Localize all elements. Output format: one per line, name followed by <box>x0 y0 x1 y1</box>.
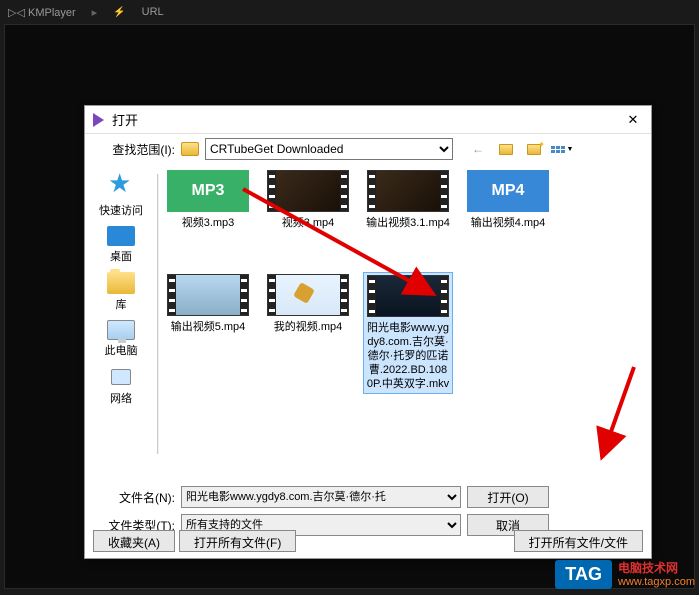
filename-label: 文件名(N): <box>93 489 175 506</box>
library-folder-icon <box>107 272 135 294</box>
chevron-down-icon: ▼ <box>567 146 574 153</box>
open-file-dialog: 打开 ✕ 查找范围(I): CRTubeGet Downloaded ← ✦ ▼… <box>84 105 652 559</box>
monitor-icon <box>107 320 135 340</box>
desktop-icon <box>107 226 135 246</box>
nav-back-button[interactable]: ← <box>467 139 489 159</box>
lookup-row: 查找范围(I): CRTubeGet Downloaded ← ✦ ▼ <box>85 134 651 164</box>
sidebar-library[interactable]: 库 <box>91 270 151 314</box>
file-name: 输出视频5.mp4 <box>171 320 246 334</box>
file-item-selected[interactable]: 阳光电影www.ygdy8.com.吉尔莫·德尔·托罗的匹诺曹.2022.BD.… <box>363 272 453 394</box>
network-icon <box>107 366 135 388</box>
file-list[interactable]: MP3 视频3.mp3 视频3.mp4 输出视频3.1.mp4 MP4 <box>159 164 651 478</box>
lookup-select[interactable]: CRTubeGet Downloaded <box>205 138 453 160</box>
open-all-files-button[interactable]: 打开所有文件(F) <box>179 530 296 552</box>
file-name: 视频3.mp3 <box>182 216 235 230</box>
file-name: 我的视频.mp4 <box>274 320 342 334</box>
video-thumbnail-icon <box>367 275 449 317</box>
file-name: 视频3.mp4 <box>282 216 335 230</box>
folder-icon <box>181 142 199 156</box>
file-item[interactable]: MP3 视频3.mp3 <box>163 168 253 232</box>
lookup-label: 查找范围(I): <box>93 141 175 158</box>
sidebar-this-pc[interactable]: 此电脑 <box>91 318 151 360</box>
file-item[interactable]: 输出视频3.1.mp4 <box>363 168 453 232</box>
app-name: ▷◁ KMPlayer <box>8 6 76 19</box>
url-menu[interactable]: URL <box>142 6 164 18</box>
sidebar-desktop[interactable]: 桌面 <box>91 224 151 266</box>
video-thumbnail-icon <box>367 170 449 212</box>
video-thumbnail-icon <box>267 274 349 316</box>
open-button[interactable]: 打开(O) <box>467 486 549 508</box>
file-name: 输出视频4.mp4 <box>471 216 546 230</box>
file-item[interactable]: 我的视频.mp4 <box>263 272 353 394</box>
sidebar-network[interactable]: 网络 <box>91 364 151 408</box>
watermark-line1: 电脑技术网 <box>618 561 695 575</box>
dialog-title: 打开 <box>112 110 623 129</box>
watermark: TAG 电脑技术网 www.tagxp.com <box>555 560 695 589</box>
mp4-badge-icon: MP4 <box>467 170 549 212</box>
watermark-line2: www.tagxp.com <box>618 575 695 589</box>
lightning-icon[interactable]: ⚡ <box>113 7 125 18</box>
open-all-folder-button[interactable]: 打开所有文件/文件 <box>514 530 643 552</box>
video-thumbnail-icon <box>167 274 249 316</box>
dialog-titlebar: 打开 ✕ <box>85 106 651 134</box>
view-mode-button[interactable]: ▼ <box>551 139 573 159</box>
new-folder-button[interactable]: ✦ <box>523 139 545 159</box>
file-item[interactable]: 输出视频5.mp4 <box>163 272 253 394</box>
file-item[interactable]: 视频3.mp4 <box>263 168 353 232</box>
mp3-badge-icon: MP3 <box>167 170 249 212</box>
close-button[interactable]: ✕ <box>623 110 643 130</box>
sidebar-quick-access[interactable]: 快速访问 <box>91 170 151 220</box>
app-triangle-icon <box>93 113 104 127</box>
filename-input[interactable]: 阳光电影www.ygdy8.com.吉尔莫·德尔·托 <box>181 486 461 508</box>
nav-up-button[interactable] <box>495 139 517 159</box>
arrow-divider-icon: ▸ <box>92 6 98 19</box>
kmplayer-titlebar: ▷◁ KMPlayer ▸ ⚡ URL <box>0 0 172 24</box>
file-name: 输出视频3.1.mp4 <box>366 216 450 230</box>
file-item[interactable]: MP4 输出视频4.mp4 <box>463 168 553 232</box>
favorites-button[interactable]: 收藏夹(A) <box>93 530 175 552</box>
watermark-tag: TAG <box>555 560 612 589</box>
file-name: 阳光电影www.ygdy8.com.吉尔莫·德尔·托罗的匹诺曹.2022.BD.… <box>366 321 450 391</box>
star-icon <box>107 172 135 200</box>
video-thumbnail-icon <box>267 170 349 212</box>
places-sidebar: 快速访问 桌面 库 此电脑 网络 <box>85 164 157 478</box>
